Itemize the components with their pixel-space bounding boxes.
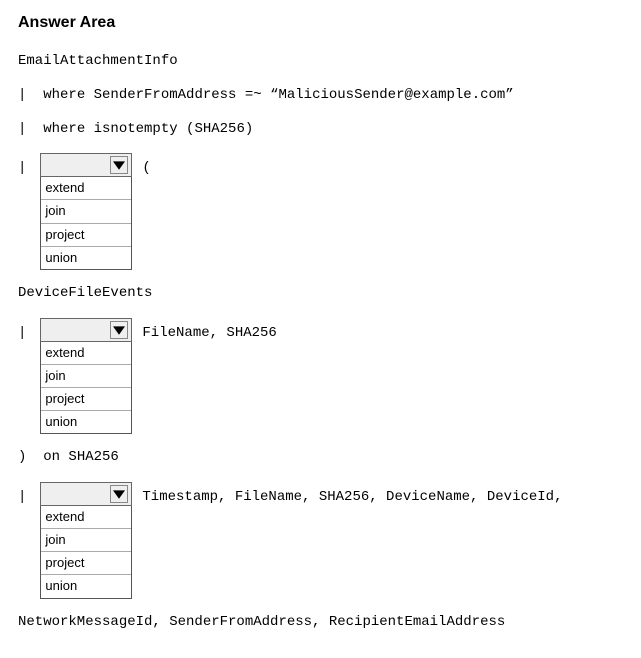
dropdown-options-list: extend join project union <box>40 506 132 599</box>
code-line-dropdown-2: | extend join project union FileName, SH… <box>18 318 623 435</box>
dropdown-option[interactable]: union <box>41 411 131 433</box>
dropdown-option[interactable]: extend <box>41 342 131 365</box>
pipe-symbol: | <box>18 318 26 344</box>
dropdown-option[interactable]: join <box>41 529 131 552</box>
pipe-symbol: | <box>18 121 26 137</box>
dropdown-selectbox[interactable] <box>40 153 132 177</box>
code-line-emailattachmentinfo: EmailAttachmentInfo <box>18 52 623 72</box>
dropdown-option[interactable]: project <box>41 552 131 575</box>
on-sha256-text: on SHA256 <box>43 449 119 465</box>
dd1-after-text: ( <box>132 153 150 179</box>
page-title: Answer Area <box>18 12 623 34</box>
chevron-down-icon[interactable] <box>110 485 128 503</box>
dropdown-selectbox[interactable] <box>40 318 132 342</box>
code-line-on-sha256: ) on SHA256 <box>18 448 623 468</box>
code-line-dropdown-3: | extend join project union Timestamp, F… <box>18 482 623 599</box>
dropdown-option[interactable]: project <box>41 224 131 247</box>
chevron-down-icon[interactable] <box>110 321 128 339</box>
dropdown-option[interactable]: join <box>41 200 131 223</box>
code-line-where-isnotempty: | where isnotempty (SHA256) <box>18 120 623 140</box>
code-line-where-sender: | where SenderFromAddress =~ “MaliciousS… <box>18 86 623 106</box>
dropdown-option[interactable]: union <box>41 247 131 269</box>
chevron-down-icon[interactable] <box>110 156 128 174</box>
pipe-symbol: | <box>18 482 26 508</box>
code-line-devicefileevents: DeviceFileEvents <box>18 284 623 304</box>
dropdown-option[interactable]: extend <box>41 177 131 200</box>
where-isnotempty-text: where isnotempty (SHA256) <box>43 121 253 137</box>
dropdown-options-list: extend join project union <box>40 177 132 270</box>
operator-dropdown-1[interactable]: extend join project union <box>40 153 132 270</box>
dropdown-option[interactable]: extend <box>41 506 131 529</box>
dropdown-selectbox[interactable] <box>40 482 132 506</box>
code-line-dropdown-1: | extend join project union ( <box>18 153 623 270</box>
operator-dropdown-3[interactable]: extend join project union <box>40 482 132 599</box>
sender-address-literal: “MaliciousSender@example.com” <box>270 87 514 103</box>
code-line-final-columns: NetworkMessageId, SenderFromAddress, Rec… <box>18 613 623 633</box>
pipe-symbol: | <box>18 153 26 179</box>
dd3-after-text: Timestamp, FileName, SHA256, DeviceName,… <box>132 482 562 508</box>
dropdown-options-list: extend join project union <box>40 342 132 435</box>
pipe-symbol: | <box>18 87 26 103</box>
dd2-after-text: FileName, SHA256 <box>132 318 276 344</box>
where-sender-text: where SenderFromAddress =~ <box>43 87 270 103</box>
close-paren: ) <box>18 449 26 465</box>
dropdown-option[interactable]: project <box>41 388 131 411</box>
dropdown-option[interactable]: union <box>41 575 131 597</box>
dropdown-option[interactable]: join <box>41 365 131 388</box>
operator-dropdown-2[interactable]: extend join project union <box>40 318 132 435</box>
